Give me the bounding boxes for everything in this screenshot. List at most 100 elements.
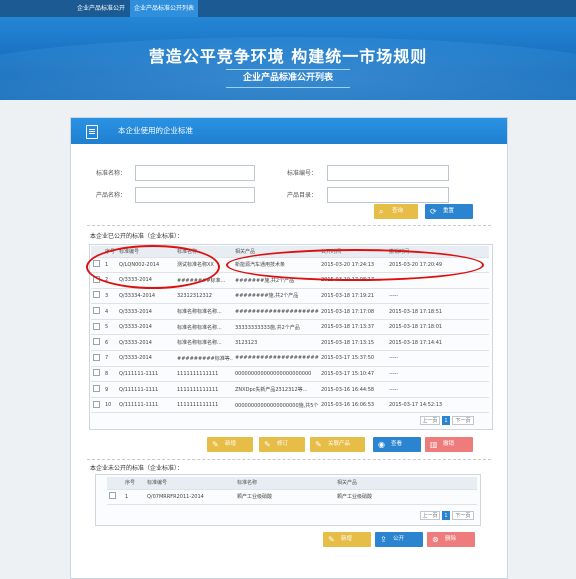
pager-next[interactable]: 下一页 [452, 416, 474, 425]
view-button[interactable]: ◉ 查看 [373, 437, 421, 452]
banner: 营造公平竞争环境 构建统一市场规则 企业产品标准公开列表 [0, 17, 576, 100]
pager-current[interactable]: 1 [442, 511, 450, 520]
annotation-ellipse-product [226, 249, 484, 281]
cell-std-name: 标准名称标准名称... [175, 303, 233, 320]
row-checkbox[interactable] [93, 369, 100, 377]
cell-std-name: 32312312312 [175, 288, 233, 305]
table-row[interactable]: 5 Q/3333-2014 标准名称标准名称... 33333333333施,共2个产… [91, 319, 489, 336]
edit-icon: ✎ [315, 440, 322, 449]
delete-button[interactable]: ⊗ 删除 [427, 532, 475, 547]
cell-related-product: ZNXDpc失新产品2312312等... [233, 381, 319, 398]
cell-std-name: 标准名称标准名称... [175, 319, 233, 336]
cell-seq: 7 [103, 350, 117, 367]
cell-revoke-time: 2015-03-18 17:14:41 [387, 334, 489, 352]
header-checkbox-cell [107, 477, 123, 490]
banner-subtitle: 企业产品标准公开列表 [226, 69, 350, 88]
cell-related-product: 33333333333施,共2个产品 [233, 319, 319, 336]
std-code-label: 标准编号： [287, 170, 318, 177]
view-button-label: 查看 [391, 441, 403, 447]
row-checkbox[interactable] [93, 307, 100, 315]
pager-prev[interactable]: 上一页 [420, 416, 440, 425]
tab-standard-disclosure[interactable]: 企业产品标准公开 [70, 0, 132, 17]
banner-title: 营造公平竞争环境 构建统一市场规则 [148, 47, 428, 66]
table-row[interactable]: 8 Q/111111-1111 1111111111111 0000000000000… [91, 366, 489, 383]
table-row[interactable]: 9 Q/111111-1111 1111111111111 ZNXDpc失新产品231… [91, 381, 489, 398]
table-row[interactable]: 4 Q/3333-2014 标准名称标准名称... #################… [91, 303, 489, 320]
cell-std-code: Q/111111-1111 [117, 366, 175, 383]
col-header-std-code: 标准编号 [145, 477, 235, 490]
new-nonpublic-button-label: 新增 [341, 536, 353, 542]
search-icon: ⌕ [379, 207, 384, 216]
cell-publish-time: 2015-03-17 15:37:50 [319, 350, 387, 367]
table-row[interactable]: 7 Q/3333-2014 #########标准等... #############… [91, 350, 489, 367]
view-icon: ◉ [378, 440, 385, 449]
cell-seq: 6 [103, 334, 117, 352]
cell-std-name: 1111111111111 [175, 366, 233, 383]
edit-icon: ✎ [212, 440, 219, 449]
pager-current[interactable]: 1 [442, 416, 450, 425]
cell-publish-time: 2015-03-16 16:44:58 [319, 381, 387, 398]
nonpublic-standards-table: 序号 标准编号 标准名称 相关产品 1 Q/07MRRFR2011-2014 颗产工… [107, 477, 477, 505]
product-category-label: 产品目录： [287, 192, 318, 199]
publish-button[interactable]: ⇪ 公开 [375, 532, 423, 547]
row-checkbox-cell [91, 288, 103, 305]
row-checkbox[interactable] [93, 353, 100, 361]
table-row[interactable]: 10 Q/111111-1111 1111111111111 000000000000… [91, 397, 489, 414]
row-checkbox[interactable] [93, 400, 100, 408]
cell-related-product: 3123123 [233, 334, 319, 352]
row-checkbox[interactable] [93, 322, 100, 330]
product-category-input[interactable] [327, 187, 449, 203]
cell-revoke-time: ----- [387, 288, 489, 305]
related-product-button[interactable]: ✎ 关联产品 [310, 437, 365, 452]
divider [87, 225, 491, 226]
related-product-button-label: 关联产品 [328, 441, 351, 447]
row-checkbox-cell [91, 350, 103, 367]
cell-publish-time: 2015-03-18 17:13:37 [319, 319, 387, 336]
delete-icon: ⊗ [432, 535, 439, 544]
cell-std-code: Q/3333-2014 [117, 303, 175, 320]
tab-standard-disclosure-list[interactable]: 企业产品标准公开列表 [130, 0, 198, 17]
table-header-row: 序号 标准编号 标准名称 相关产品 [107, 477, 477, 490]
table-row[interactable]: 1 Q/07MRRFR2011-2014 颗产工业级硝酸 颗产工业级硝酸 [107, 489, 477, 505]
row-checkbox[interactable] [93, 338, 100, 346]
revoke-button[interactable]: ▥ 撤销 [425, 437, 473, 452]
cell-revoke-time: ----- [387, 350, 489, 367]
edit-icon: ✎ [328, 535, 335, 544]
delete-button-label: 删除 [445, 536, 457, 542]
cell-seq: 8 [103, 366, 117, 383]
public-pager: 上一页 1 下一页 [420, 416, 474, 425]
new-button[interactable]: ✎ 新增 [207, 437, 253, 452]
std-code-input[interactable] [327, 165, 449, 181]
row-checkbox[interactable] [93, 291, 100, 299]
edit-icon: ✎ [264, 440, 271, 449]
cell-seq: 5 [103, 319, 117, 336]
cell-revoke-time: ----- [387, 366, 489, 383]
query-button[interactable]: ⌕ 查询 [374, 204, 418, 219]
std-name-input[interactable] [135, 165, 255, 181]
reset-button[interactable]: ⟳ 重置 [425, 204, 473, 219]
cell-std-code: Q/111111-1111 [117, 397, 175, 414]
cell-revoke-time: 2015-03-18 17:18:01 [387, 319, 489, 336]
cell-seq: 10 [103, 397, 117, 414]
cell-std-code: Q/3333-2014 [117, 334, 175, 352]
panel-header: 本企业使用的企业标准 [71, 118, 507, 144]
new-nonpublic-button[interactable]: ✎ 新增 [323, 532, 371, 547]
row-checkbox[interactable] [93, 385, 100, 393]
cell-related-product: 000000000000000000000000 [233, 366, 319, 383]
cell-std-code: Q/07MRRFR2011-2014 [145, 489, 235, 505]
divider [87, 459, 491, 460]
top-nav: 企业产品标准公开 企业产品标准公开列表 [0, 0, 576, 17]
table-row[interactable]: 3 Q/33334-2014 32312312312 ########施,共2个产品 2… [91, 288, 489, 305]
row-checkbox-cell [91, 303, 103, 320]
product-name-input[interactable] [135, 187, 255, 203]
cell-related-product: 00000000000000000000施,共5个 [233, 397, 319, 414]
cell-seq: 3 [103, 288, 117, 305]
row-checkbox[interactable] [109, 492, 116, 499]
table-row[interactable]: 6 Q/3333-2014 标准名称标准名称... 3123123 2015-03-18… [91, 334, 489, 352]
pager-next[interactable]: 下一页 [452, 511, 474, 520]
revise-button[interactable]: ✎ 修订 [259, 437, 305, 452]
row-checkbox-cell [91, 366, 103, 383]
pager-prev[interactable]: 上一页 [420, 511, 440, 520]
cell-related-product: ######################等,共3个产品 [233, 303, 319, 320]
cell-std-name: 1111111111111 [175, 381, 233, 398]
